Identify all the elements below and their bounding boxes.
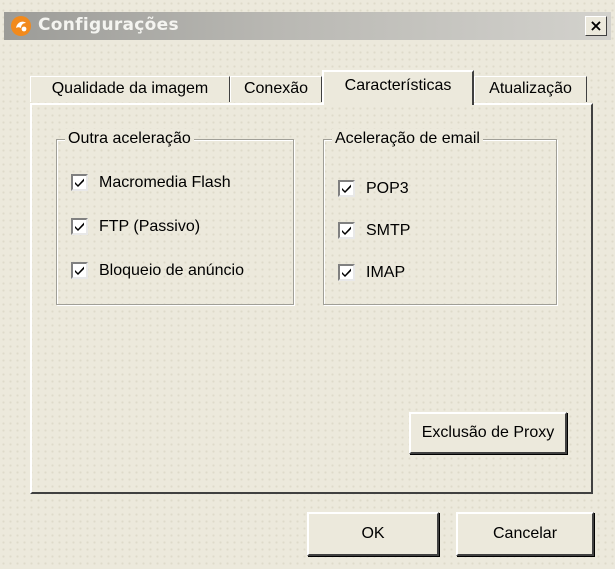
group-title: Aceleração de email [332, 129, 483, 149]
settings-dialog: Configurações × Qualidade da imagem Cone… [0, 0, 615, 569]
check-icon [75, 178, 84, 187]
checkbox-label: Macromedia Flash [99, 174, 231, 191]
checkbox-box[interactable] [71, 174, 88, 191]
checkbox-box[interactable] [338, 222, 355, 239]
proxy-exclusion-button[interactable]: Exclusão de Proxy [409, 412, 567, 454]
check-icon [75, 222, 84, 231]
checkbox-label: Bloqueio de anúncio [99, 262, 245, 279]
check-icon [342, 226, 351, 235]
tab-label: Conexão [243, 80, 309, 97]
app-logo-icon [10, 15, 32, 37]
tab-features[interactable]: Características [322, 70, 474, 105]
title-bar[interactable]: Configurações × [4, 12, 611, 40]
checkbox-label: SMTP [366, 222, 411, 239]
check-icon [75, 266, 84, 275]
check-icon [342, 268, 351, 277]
features-panel: Outra aceleração Macromedia Flash FTP (P… [30, 103, 593, 494]
close-icon: × [589, 16, 603, 35]
tab-label: Características [344, 77, 452, 94]
group-title: Outra aceleração [65, 129, 194, 149]
tab-image-quality[interactable]: Qualidade da imagem [30, 76, 230, 102]
tab-label: Atualização [489, 80, 572, 97]
close-button[interactable]: × [585, 16, 607, 36]
checkbox-box[interactable] [338, 180, 355, 197]
window-title: Configurações [38, 15, 179, 35]
checkbox-box[interactable] [71, 218, 88, 235]
checkbox-box[interactable] [338, 264, 355, 281]
other-acceleration-group: Outra aceleração Macromedia Flash FTP (P… [56, 129, 294, 305]
ok-button[interactable]: OK [307, 512, 439, 556]
check-icon [342, 184, 351, 193]
tab-label: Qualidade da imagem [51, 80, 209, 97]
email-acceleration-group: Aceleração de email POP3 SMTP IMAP [323, 129, 557, 305]
tab-update[interactable]: Atualização [474, 76, 587, 102]
checkbox-label: IMAP [366, 264, 406, 281]
checkbox-label: FTP (Passivo) [99, 218, 201, 235]
checkbox-label: POP3 [366, 180, 409, 197]
cancel-button[interactable]: Cancelar [456, 512, 594, 556]
tab-connection[interactable]: Conexão [230, 76, 322, 102]
checkbox-box[interactable] [71, 262, 88, 279]
